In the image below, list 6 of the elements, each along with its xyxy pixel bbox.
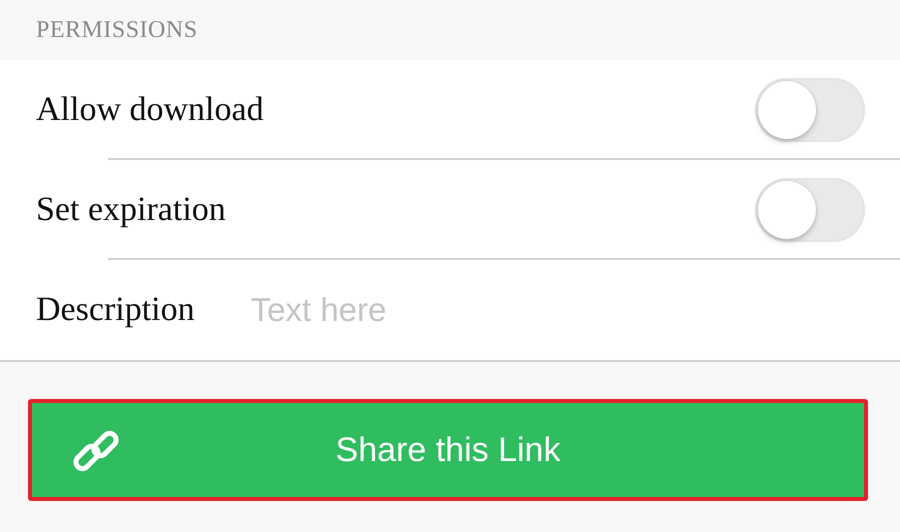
description-field[interactable]: Text here <box>250 287 811 333</box>
row-label: Allow download <box>36 91 264 129</box>
row-label: Set expiration <box>36 191 226 229</box>
share-link-button[interactable]: Share this Link <box>28 399 868 501</box>
row-label: Description <box>36 291 195 329</box>
section-title: PERMISSIONS <box>36 16 198 44</box>
